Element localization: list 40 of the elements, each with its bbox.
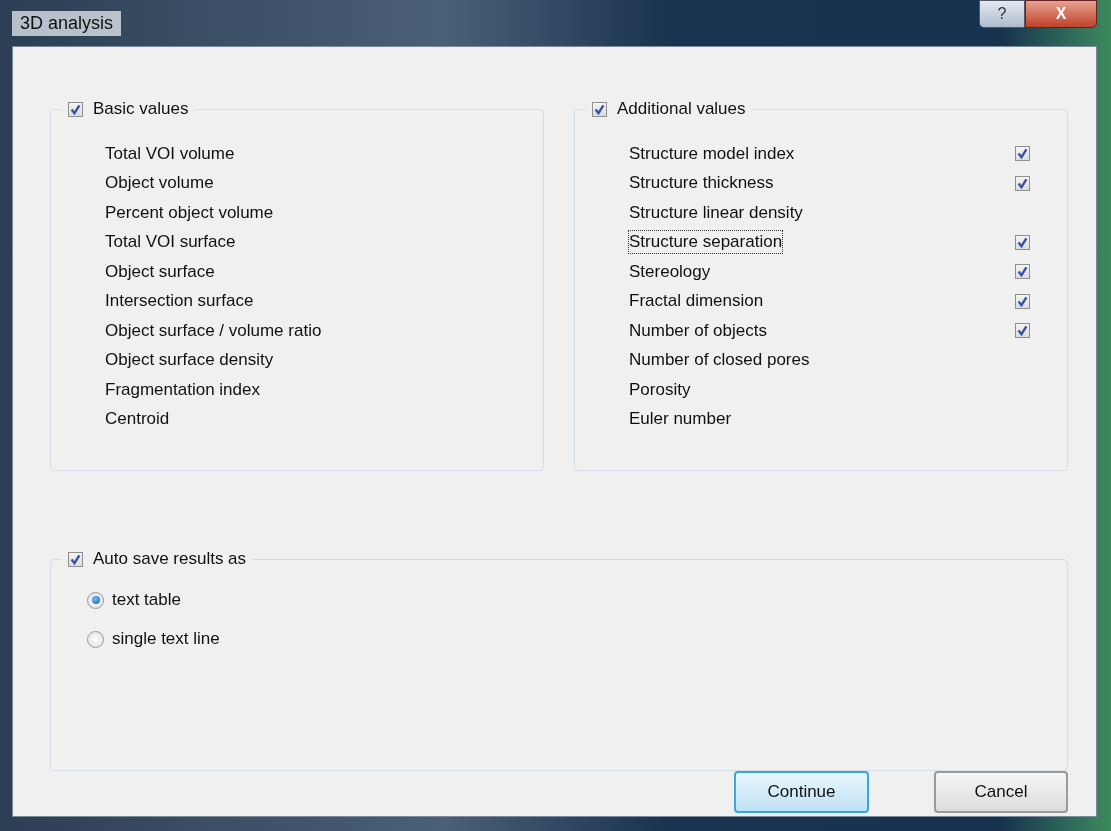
- value-label: Intersection surface: [105, 290, 254, 313]
- help-button[interactable]: ?: [979, 0, 1025, 28]
- value-label: Number of objects: [629, 319, 767, 342]
- group-label: Auto save results as: [93, 548, 247, 570]
- value-label: Total VOI surface: [105, 231, 236, 254]
- checkbox[interactable]: [1015, 234, 1030, 250]
- continue-button[interactable]: Continue: [734, 771, 869, 813]
- value-label: Percent object volume: [105, 201, 274, 224]
- group-label: Basic values: [93, 98, 189, 120]
- checkbox[interactable]: [1015, 146, 1030, 162]
- value-label: Structure model index: [629, 142, 795, 165]
- value-label: Porosity: [629, 378, 691, 401]
- value-label: Total VOI volume: [105, 142, 235, 165]
- option-label: single text line: [112, 628, 220, 650]
- value-label: Number of closed pores: [629, 349, 810, 372]
- value-label: Structure separation: [629, 231, 783, 254]
- checkbox[interactable]: [1015, 264, 1030, 280]
- value-label: Structure thickness: [629, 172, 774, 195]
- value-label: Centroid: [105, 408, 170, 431]
- value-label: Object surface density: [105, 349, 274, 372]
- checkbox[interactable]: [592, 101, 607, 117]
- value-label: Object surface: [105, 260, 215, 283]
- window-title: 3D analysis: [12, 10, 122, 36]
- value-label: Object surface / volume ratio: [105, 319, 322, 342]
- radio-button[interactable]: [87, 630, 104, 648]
- group-label: Additional values: [617, 98, 746, 120]
- checkbox[interactable]: [68, 101, 83, 117]
- checkbox[interactable]: [68, 551, 83, 567]
- checkbox[interactable]: [1015, 293, 1030, 309]
- checkbox[interactable]: [1015, 323, 1030, 339]
- value-label: Fragmentation index: [105, 378, 260, 401]
- value-label: Euler number: [629, 408, 732, 431]
- value-label: Structure linear density: [629, 201, 803, 224]
- value-label: Stereology: [629, 260, 711, 283]
- checkbox[interactable]: [1015, 175, 1030, 191]
- option-label: text table: [112, 589, 181, 611]
- value-label: Fractal dimension: [629, 290, 764, 313]
- value-label: Object volume: [105, 172, 214, 195]
- cancel-button[interactable]: Cancel: [934, 771, 1068, 813]
- radio-button[interactable]: [87, 591, 104, 609]
